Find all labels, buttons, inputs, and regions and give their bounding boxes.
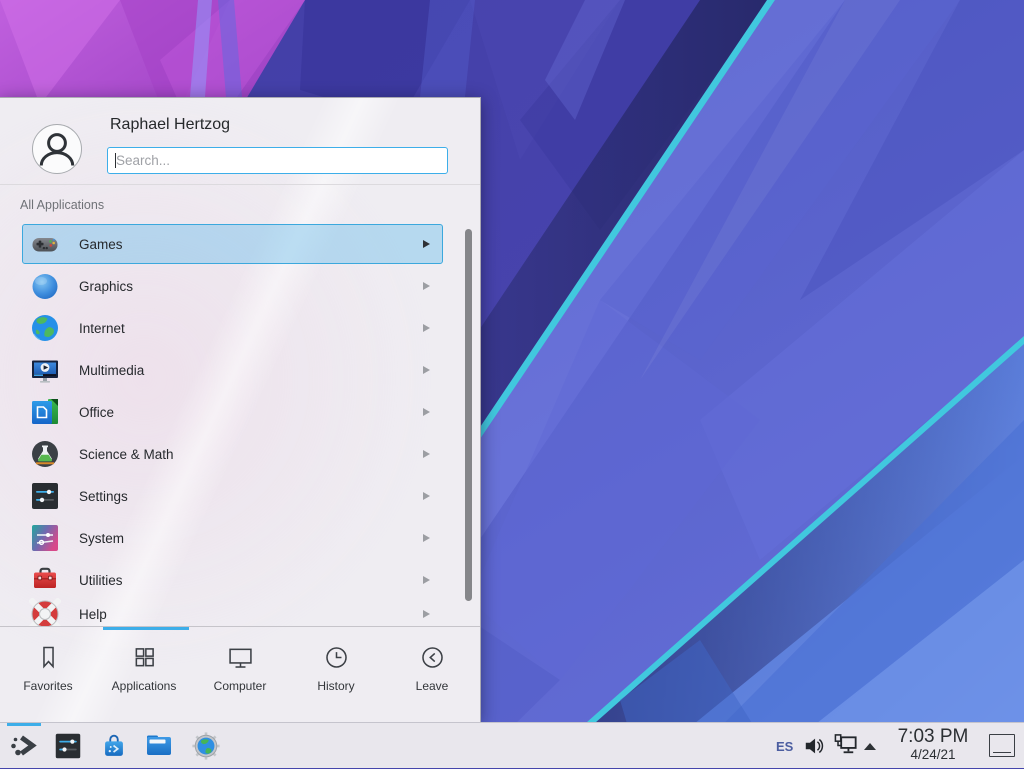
sliders-color-icon xyxy=(29,522,61,554)
list-item-label: Settings xyxy=(79,489,128,504)
bookmark-icon xyxy=(34,643,63,672)
leave-back-icon xyxy=(418,643,447,672)
scrollbar-thumb[interactable] xyxy=(465,229,472,601)
search-input[interactable] xyxy=(107,147,448,174)
submenu-arrow-icon xyxy=(423,240,430,248)
user-avatar[interactable] xyxy=(32,124,82,174)
list-item-games[interactable]: Games xyxy=(22,223,443,265)
desktop: Raphael Hertzog All Applications xyxy=(0,0,1024,768)
submenu-arrow-icon xyxy=(423,282,430,290)
grid-icon xyxy=(130,643,159,672)
active-task-indicator xyxy=(7,723,41,726)
sliders-dark-icon xyxy=(29,480,61,512)
tab-history[interactable]: History xyxy=(288,630,384,723)
volume-icon[interactable] xyxy=(803,733,829,759)
list-item-multimedia[interactable]: Multimedia xyxy=(22,349,443,391)
submenu-arrow-icon xyxy=(423,450,430,458)
list-item-label: Multimedia xyxy=(79,363,144,378)
history-clock-icon xyxy=(322,643,351,672)
tab-applications[interactable]: Applications xyxy=(96,630,192,723)
digital-clock[interactable]: 7:03 PM 4/24/21 xyxy=(888,726,978,762)
section-label: All Applications xyxy=(20,198,104,212)
tab-computer[interactable]: Computer xyxy=(192,630,288,723)
list-item-label: System xyxy=(79,531,124,546)
gamepad-icon xyxy=(29,228,61,260)
list-item-label: Internet xyxy=(79,321,125,336)
globe-icon xyxy=(29,312,61,344)
tab-label: Leave xyxy=(416,679,449,693)
flask-icon xyxy=(29,438,61,470)
list-item-internet[interactable]: Internet xyxy=(22,307,443,349)
text-caret xyxy=(115,153,116,168)
list-item-label: Utilities xyxy=(79,573,123,588)
list-item-graphics[interactable]: Graphics xyxy=(22,265,443,307)
submenu-arrow-icon xyxy=(423,610,430,618)
documents-icon xyxy=(29,396,61,428)
submenu-arrow-icon xyxy=(423,366,430,374)
tab-label: Favorites xyxy=(23,679,72,693)
tray-expander-icon[interactable] xyxy=(864,743,876,750)
clock-date: 4/24/21 xyxy=(888,747,978,762)
user-icon xyxy=(33,125,81,173)
list-item-label: Games xyxy=(79,237,123,252)
application-launcher-button[interactable] xyxy=(8,730,40,762)
toolbox-icon xyxy=(29,564,61,596)
search-field-wrapper xyxy=(107,147,448,174)
list-item-help[interactable]: Help xyxy=(22,593,443,626)
show-desktop-button[interactable] xyxy=(989,734,1015,757)
tab-label: Applications xyxy=(112,679,177,693)
taskbar-panel: ES 7:03 PM 4/24/21 xyxy=(0,722,1024,768)
tab-leave[interactable]: Leave xyxy=(384,630,480,723)
show-desktop-icon xyxy=(993,752,1011,753)
system-settings-button[interactable] xyxy=(54,732,82,760)
tab-label: History xyxy=(317,679,354,693)
submenu-arrow-icon xyxy=(423,534,430,542)
application-launcher-menu: Raphael Hertzog All Applications xyxy=(0,97,481,722)
list-item-science-math[interactable]: Science & Math xyxy=(22,433,443,475)
sphere-icon xyxy=(29,270,61,302)
list-item-label: Science & Math xyxy=(79,447,174,462)
tab-favorites[interactable]: Favorites xyxy=(0,630,96,723)
lifebuoy-icon xyxy=(29,598,61,626)
list-item-settings[interactable]: Settings xyxy=(22,475,443,517)
submenu-arrow-icon xyxy=(423,324,430,332)
network-icon[interactable] xyxy=(833,732,860,759)
list-item-label: Graphics xyxy=(79,279,133,294)
keyboard-layout-indicator[interactable]: ES xyxy=(776,723,793,769)
computer-icon xyxy=(226,643,255,672)
discover-software-center-button[interactable] xyxy=(99,731,129,761)
submenu-arrow-icon xyxy=(423,576,430,584)
user-name: Raphael Hertzog xyxy=(110,116,230,134)
list-item-label: Help xyxy=(79,607,107,622)
clock-time: 7:03 PM xyxy=(888,726,978,747)
monitor-play-icon xyxy=(29,354,61,386)
submenu-arrow-icon xyxy=(423,492,430,500)
header-divider xyxy=(0,184,480,185)
launcher-tab-bar: Favorites Applications C xyxy=(0,630,480,723)
submenu-arrow-icon xyxy=(423,408,430,416)
list-item-system[interactable]: System xyxy=(22,517,443,559)
file-manager-button[interactable] xyxy=(143,730,175,762)
list-item-office[interactable]: Office xyxy=(22,391,443,433)
application-category-list: Games Graphics xyxy=(22,223,443,626)
web-browser-button[interactable] xyxy=(191,731,221,761)
tab-label: Computer xyxy=(214,679,267,693)
tab-bar-divider xyxy=(0,626,480,627)
list-item-label: Office xyxy=(79,405,114,420)
